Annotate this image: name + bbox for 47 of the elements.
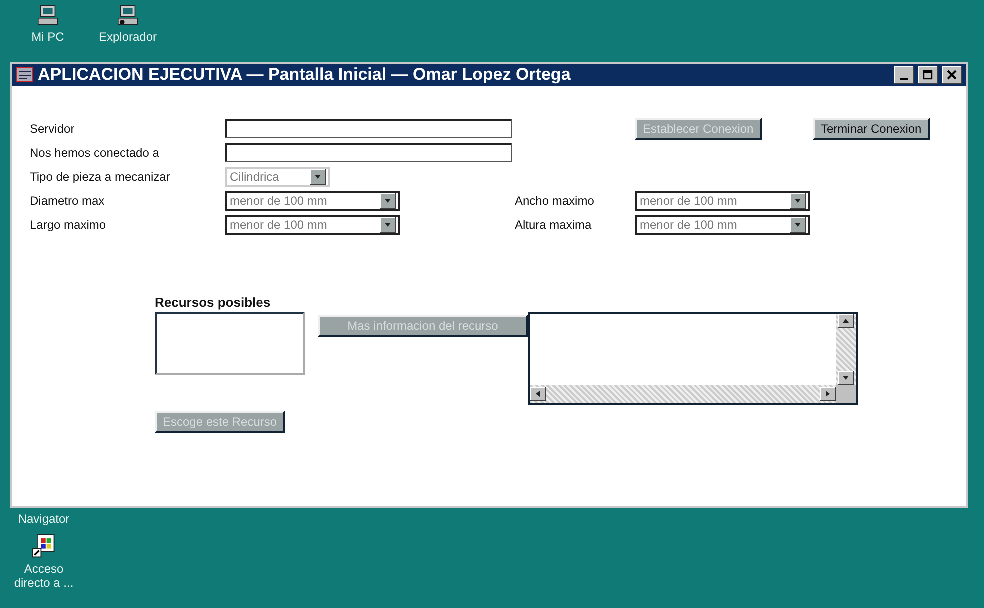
dropdown[interactable]: menor de 100 mm: [225, 191, 400, 211]
close-icon: [947, 70, 957, 80]
icon-label[interactable]: Acceso directo a ...: [6, 562, 82, 590]
field-label: Diametro max: [30, 194, 105, 208]
field-label: Nos hemos conectado a: [30, 146, 160, 160]
computer-icon[interactable]: [36, 4, 60, 28]
dropdown[interactable]: menor de 100 mm: [635, 191, 810, 211]
scroll-left-button[interactable]: [530, 387, 546, 401]
text-field[interactable]: [225, 143, 512, 162]
info-text-area[interactable]: [528, 312, 858, 405]
left-arrow-icon: [534, 390, 542, 398]
right-arrow-icon: [824, 390, 832, 398]
down-arrow-icon: [314, 173, 322, 181]
minimize-button[interactable]: [894, 66, 914, 84]
connection-button[interactable]: Terminar Conexion: [813, 118, 930, 140]
maximize-button[interactable]: [918, 66, 938, 84]
scroll-up-button[interactable]: [838, 314, 854, 328]
down-arrow-icon: [384, 197, 392, 205]
resource-list[interactable]: [155, 312, 305, 375]
field-label: Ancho maximo: [515, 194, 594, 208]
icon-label[interactable]: Explorador: [98, 30, 158, 44]
field-label: Servidor: [30, 122, 75, 136]
field-label: Altura maxima: [515, 218, 592, 232]
down-arrow-icon: [794, 221, 802, 229]
dropdown[interactable]: menor de 100 mm: [225, 215, 400, 235]
maximize-icon: [923, 70, 933, 80]
close-button[interactable]: [942, 66, 962, 84]
field-label: Largo maximo: [30, 218, 106, 232]
icon-label[interactable]: Navigator: [18, 512, 70, 526]
field-label: Tipo de pieza a mecanizar: [30, 170, 170, 184]
dropdown[interactable]: menor de 100 mm: [635, 215, 810, 235]
up-arrow-icon: [842, 317, 850, 325]
app-icon: [16, 67, 34, 83]
window-title: APLICACION EJECUTIVA — Pantalla Inicial — Omar Lopez Ortega: [38, 65, 572, 85]
scroll-right-button[interactable]: [820, 387, 836, 401]
minimize-icon: [900, 78, 908, 80]
icon-label[interactable]: Mi PC: [32, 30, 64, 44]
vertical-scrollbar[interactable]: [836, 314, 856, 385]
scroll-down-button[interactable]: [838, 371, 854, 385]
horizontal-scrollbar[interactable]: [530, 385, 836, 403]
scrollbar-corner: [836, 385, 856, 403]
down-arrow-icon: [842, 374, 850, 382]
computer-icon[interactable]: [116, 4, 140, 28]
down-arrow-icon: [794, 197, 802, 205]
down-arrow-icon: [384, 221, 392, 229]
text-field[interactable]: [225, 119, 512, 138]
section-label: Recursos posibles: [155, 295, 271, 310]
